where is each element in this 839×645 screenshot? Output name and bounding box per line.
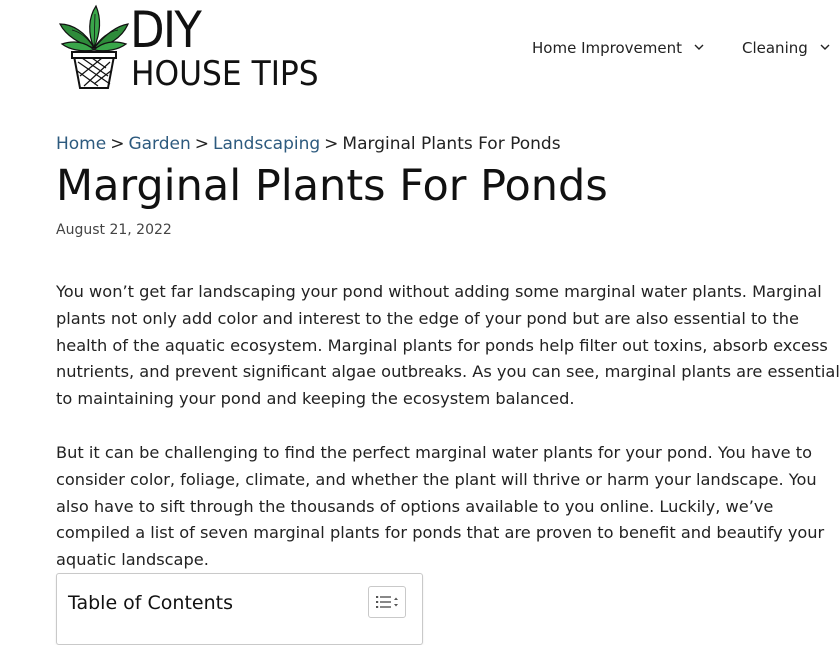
breadcrumb-separator: > (194, 134, 210, 154)
post-date: August 21, 2022 (56, 222, 172, 238)
plant-pot-icon (59, 4, 129, 89)
logo-text-house-tips: HOUSE TIPS (131, 54, 319, 94)
article-paragraph: But it can be challenging to find the pe… (56, 443, 825, 570)
breadcrumb-current: Marginal Plants For Ponds (342, 134, 561, 154)
page-title: Marginal Plants For Ponds (56, 161, 608, 211)
breadcrumb: Home > Garden > Landscaping > Marginal Plants … (56, 132, 561, 156)
breadcrumb-separator: > (110, 134, 125, 154)
breadcrumb-link-garden[interactable]: Garden (128, 134, 190, 154)
chevron-down-icon[interactable] (694, 37, 704, 61)
site-header: DIY HOUSE TIPS Home Improvement Cleaning (0, 0, 839, 100)
nav-item-home-improvement[interactable]: Home Improvement (532, 36, 704, 61)
breadcrumb-separator: > (324, 134, 339, 154)
chevron-down-icon[interactable] (820, 37, 830, 61)
nav-item-label: Cleaning (742, 39, 808, 57)
toc-title: Table of Contents (68, 592, 233, 614)
article-paragraph: You won’t get far landscaping your pond … (56, 282, 839, 409)
list-toggle-icon (376, 596, 398, 608)
breadcrumb-link-home[interactable]: Home (56, 134, 106, 154)
site-logo[interactable]: DIY HOUSE TIPS (58, 1, 348, 94)
logo-text-diy: DIY (130, 1, 202, 59)
table-of-contents: Table of Contents (56, 573, 423, 645)
nav-item-label: Home Improvement (532, 39, 682, 57)
breadcrumb-link-landscaping[interactable]: Landscaping (213, 134, 320, 154)
nav-item-cleaning[interactable]: Cleaning (742, 36, 830, 61)
toc-toggle-button[interactable] (368, 586, 406, 618)
